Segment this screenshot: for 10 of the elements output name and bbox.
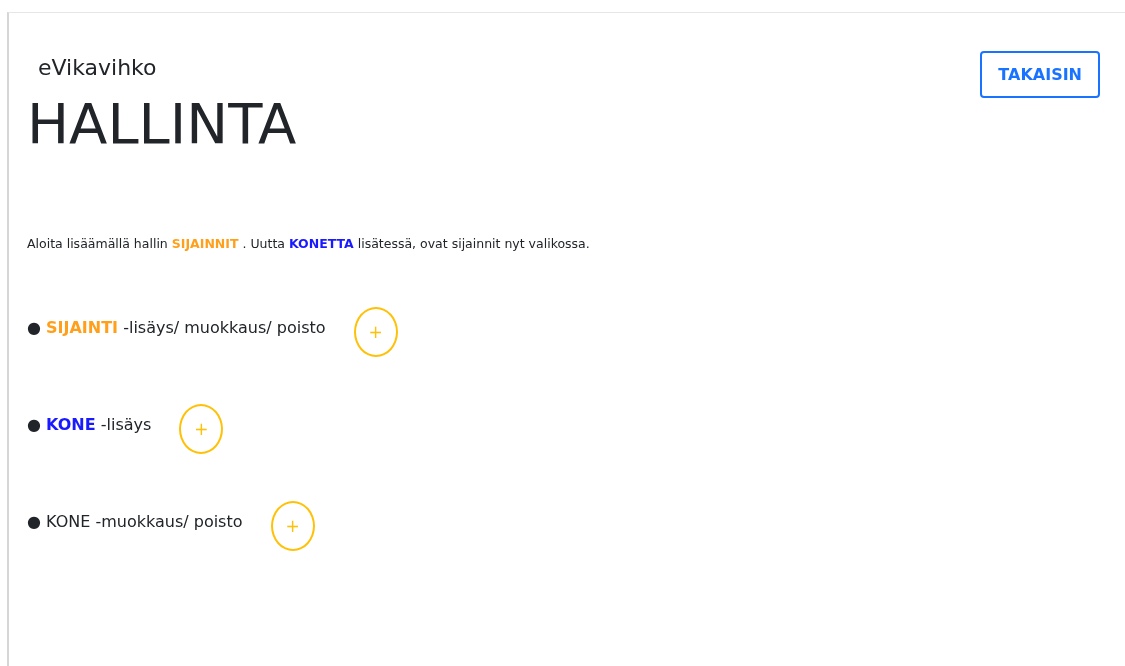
- instruction-text: Aloita lisäämällä hallin SIJAINNIT . Uutta KONETTA lisätessä, ovat sijainnit nyt valikossa.: [27, 236, 591, 251]
- list-item-label: ● KONE -lisäys: [27, 415, 152, 434]
- add-button[interactable]: +: [179, 403, 224, 454]
- list-item-label: ● SIJAINTI -lisäys/ muokkaus/ poisto: [27, 318, 326, 337]
- list-item-label: ● KONE -muokkaus/ poisto: [27, 512, 243, 531]
- add-button[interactable]: +: [353, 306, 398, 357]
- app-name: eVikavihko: [38, 55, 157, 80]
- back-button[interactable]: TAKAISIN: [980, 51, 1100, 98]
- add-button[interactable]: +: [270, 500, 315, 551]
- page-heading: HALLINTA: [27, 96, 298, 152]
